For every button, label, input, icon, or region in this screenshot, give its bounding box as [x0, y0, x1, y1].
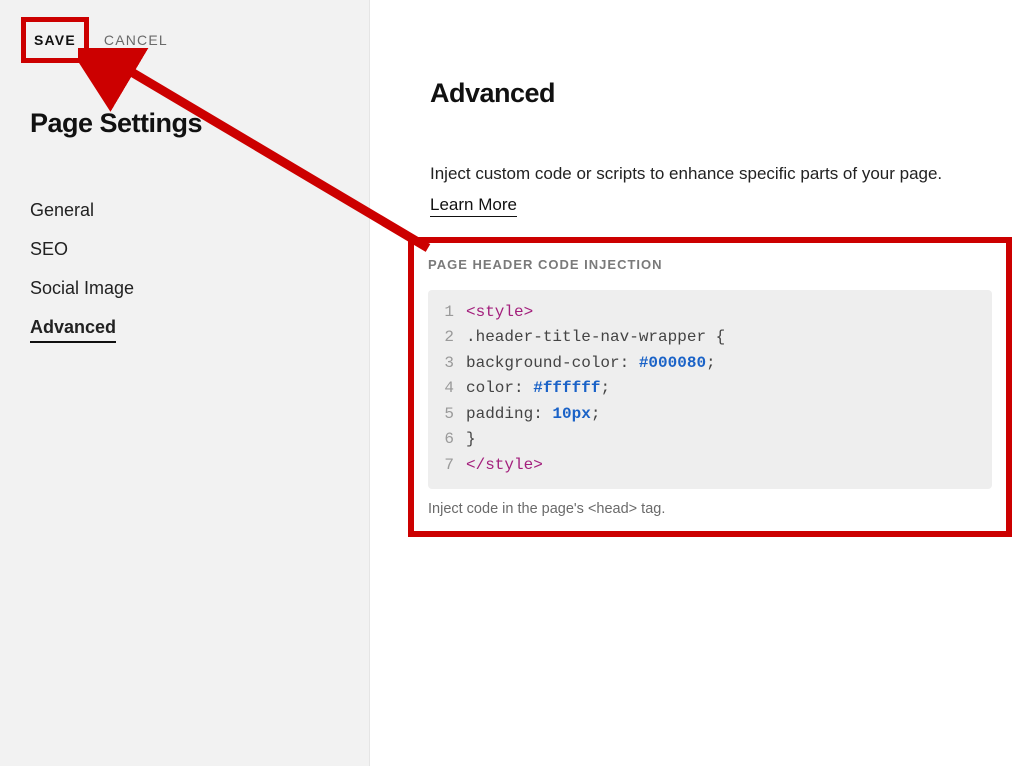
code-line: 3 background-color: #000080; [428, 351, 992, 377]
sidebar-item-label: Social Image [30, 278, 134, 298]
code-content: </style> [466, 453, 543, 479]
code-content: color: #ffffff; [466, 376, 610, 402]
sidebar-item-seo[interactable]: SEO [30, 230, 339, 269]
sidebar: SAVE CANCEL Page Settings General SEO Soci… [0, 0, 370, 766]
code-injection-input[interactable]: 1<style>2.header-title-nav-wrapper {3 ba… [428, 290, 992, 489]
line-number: 3 [428, 351, 466, 377]
cancel-button[interactable]: CANCEL [100, 24, 172, 56]
code-content: <style> [466, 300, 533, 326]
line-number: 7 [428, 453, 466, 479]
page-title: Advanced [430, 78, 996, 109]
code-section-highlight-annotation: PAGE HEADER CODE INJECTION 1<style>2.hea… [408, 237, 1012, 537]
sidebar-item-label: Advanced [30, 317, 116, 343]
code-section-label: PAGE HEADER CODE INJECTION [428, 257, 992, 272]
main-content: Advanced Inject custom code or scripts t… [370, 0, 1024, 766]
top-actions: SAVE CANCEL [30, 24, 339, 56]
save-highlight-annotation: SAVE [21, 17, 89, 63]
line-number: 2 [428, 325, 466, 351]
code-line: 5 padding: 10px; [428, 402, 992, 428]
sidebar-item-label: SEO [30, 239, 68, 259]
code-line: 4 color: #ffffff; [428, 376, 992, 402]
sidebar-item-general[interactable]: General [30, 191, 339, 230]
code-content: } [466, 427, 476, 453]
code-content: .header-title-nav-wrapper { [466, 325, 725, 351]
code-content: background-color: #000080; [466, 351, 716, 377]
sidebar-item-social-image[interactable]: Social Image [30, 269, 339, 308]
code-help-text: Inject code in the page's <head> tag. [428, 501, 992, 517]
sidebar-item-advanced[interactable]: Advanced [30, 308, 339, 347]
sidebar-title: Page Settings [30, 108, 339, 139]
line-number: 1 [428, 300, 466, 326]
line-number: 5 [428, 402, 466, 428]
description-text: Inject custom code or scripts to enhance… [430, 161, 996, 187]
code-line: 1<style> [428, 300, 992, 326]
code-line: 7</style> [428, 453, 992, 479]
sidebar-item-label: General [30, 200, 94, 220]
code-content: padding: 10px; [466, 402, 600, 428]
line-number: 4 [428, 376, 466, 402]
learn-more-link[interactable]: Learn More [430, 195, 517, 217]
save-button[interactable]: SAVE [30, 24, 80, 56]
code-line: 6} [428, 427, 992, 453]
code-line: 2.header-title-nav-wrapper { [428, 325, 992, 351]
line-number: 6 [428, 427, 466, 453]
settings-nav: General SEO Social Image Advanced [30, 191, 339, 347]
